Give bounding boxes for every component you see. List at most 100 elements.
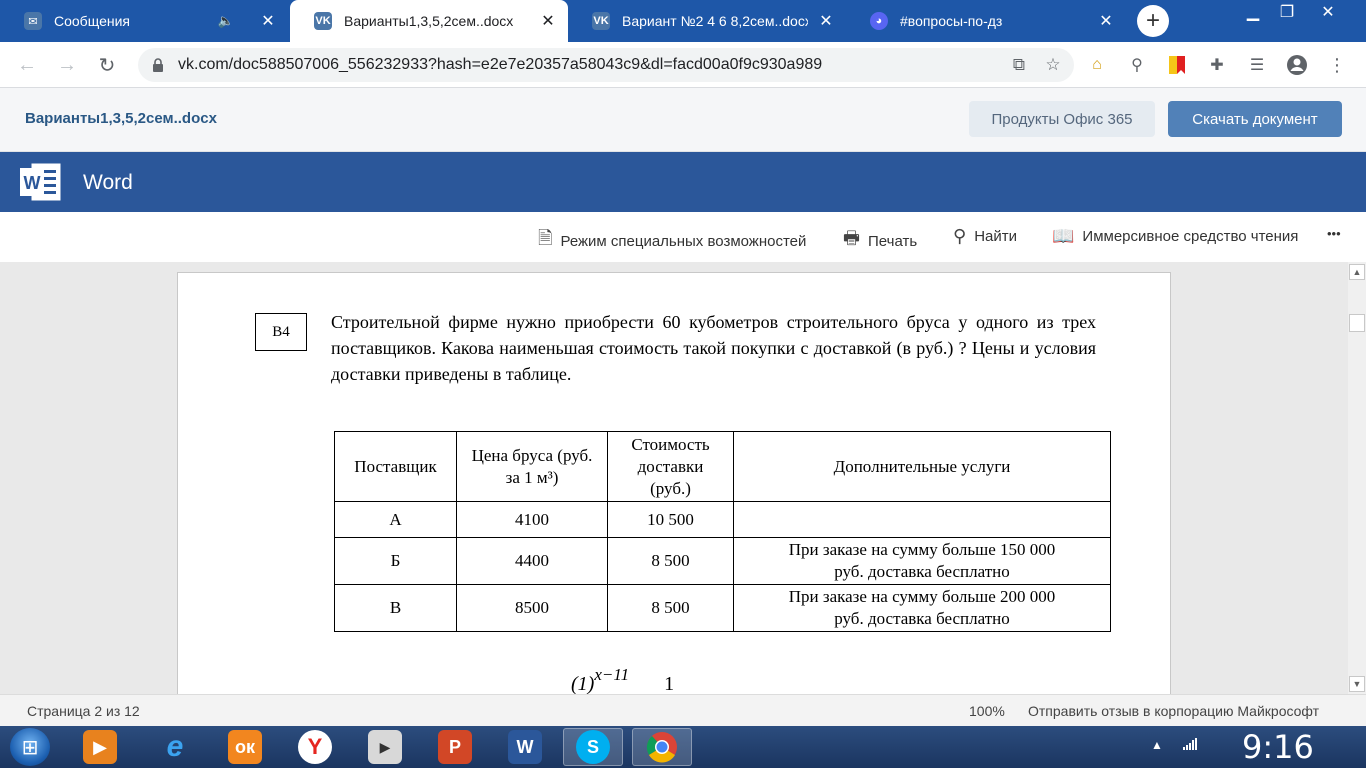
extension-bookmark-icon[interactable] bbox=[1166, 54, 1188, 76]
taskbar-yandex-browser[interactable]: Y bbox=[285, 728, 345, 766]
window-close-icon[interactable]: ✕ bbox=[1306, 0, 1350, 24]
search-icon: ⚲ bbox=[953, 226, 967, 246]
command-label: Иммерсивное средство чтения bbox=[1082, 228, 1299, 245]
taskbar-clock[interactable]: 9:16 bbox=[1242, 728, 1314, 766]
back-arrow-icon[interactable]: ← bbox=[14, 52, 40, 78]
scroll-down-arrow-icon[interactable]: ▼ bbox=[1349, 676, 1365, 692]
word-app-title: Word bbox=[83, 171, 133, 194]
table-header-cell: Дополнительные услуги bbox=[733, 431, 1111, 502]
scrollbar-thumb[interactable] bbox=[1349, 314, 1365, 332]
print-button[interactable]: 🖶 Печать bbox=[843, 226, 917, 256]
table-row: В 8500 8 500 При заказе на сумму больше … bbox=[334, 584, 1111, 632]
close-icon[interactable]: ✕ bbox=[1098, 11, 1114, 31]
extensions-puzzle-icon[interactable]: ✚ bbox=[1206, 54, 1228, 76]
find-button[interactable]: ⚲ Найти bbox=[953, 226, 1017, 247]
tab-variants-1352[interactable]: VK Варианты1,3,5,2сем..docx ✕ bbox=[290, 0, 568, 42]
vertical-scrollbar[interactable]: ▲ ▼ bbox=[1348, 262, 1366, 694]
more-options-button[interactable]: ••• bbox=[1327, 226, 1341, 241]
network-signal-icon[interactable] bbox=[1183, 738, 1197, 753]
lock-icon[interactable] bbox=[152, 58, 164, 72]
profile-avatar-icon[interactable] bbox=[1286, 54, 1308, 76]
table-header-cell: Поставщик bbox=[334, 431, 457, 502]
table-header-cell: Стоимость доставки (руб.) bbox=[607, 431, 734, 502]
table-cell: 8500 bbox=[456, 584, 608, 632]
problem-number-badge: В4 bbox=[255, 313, 307, 351]
table-cell: При заказе на сумму больше 150 000 руб. … bbox=[733, 537, 1111, 585]
browser-tab-strip: ✉ Сообщения 🔈 ✕ VK Варианты1,3,5,2сем..d… bbox=[0, 0, 1366, 42]
tab-label: Сообщения bbox=[54, 13, 130, 29]
table-cell: В bbox=[334, 584, 457, 632]
internet-explorer-icon: e bbox=[166, 730, 184, 763]
tab-label: Варианты1,3,5,2сем..docx bbox=[344, 13, 514, 29]
speaker-icon[interactable]: 🔈 bbox=[218, 13, 234, 29]
address-bar[interactable]: vk.com/doc588507006_556232933?hash=e2e7e… bbox=[138, 48, 1074, 82]
zoom-level[interactable]: 100% bbox=[969, 703, 1005, 719]
new-tab-button[interactable]: + bbox=[1137, 5, 1169, 37]
close-icon[interactable]: ✕ bbox=[260, 11, 276, 31]
chat-icon: ✉ bbox=[24, 12, 42, 30]
taskbar-chrome[interactable] bbox=[632, 728, 692, 766]
formula-tail: 1 bbox=[664, 673, 675, 694]
url-text[interactable]: vk.com/doc588507006_556232933?hash=e2e7e… bbox=[178, 56, 1006, 74]
media-queue-icon[interactable]: ☰ bbox=[1246, 54, 1268, 76]
tab-messages[interactable]: ✉ Сообщения 🔈 ✕ bbox=[0, 0, 288, 42]
translate-icon[interactable]: ⧉ bbox=[1006, 55, 1032, 75]
table-cell: 10 500 bbox=[607, 501, 734, 538]
restore-icon[interactable]: ❐ bbox=[1270, 0, 1304, 24]
document-name: Варианты1,3,5,2сем..docx bbox=[25, 110, 217, 127]
chrome-icon bbox=[645, 730, 679, 764]
problem-text: Строительной фирме нужно приобрести 60 к… bbox=[331, 312, 1096, 384]
video-player-icon: ▶ bbox=[368, 730, 402, 764]
command-label: Печать bbox=[868, 232, 918, 250]
show-hidden-icons-arrow[interactable]: ▲ bbox=[1151, 738, 1163, 752]
download-document-button[interactable]: Скачать документ bbox=[1168, 101, 1342, 137]
extension-home-icon[interactable]: ⌂ bbox=[1086, 54, 1108, 76]
document-page: В4 Строительной фирме нужно приобрести 6… bbox=[177, 272, 1171, 694]
windows-start-icon[interactable]: ⊞ bbox=[10, 728, 50, 766]
accessibility-mode-button[interactable]: 🗎 Режим специальных возможностей bbox=[538, 226, 806, 256]
close-icon[interactable]: ✕ bbox=[818, 11, 834, 31]
forward-arrow-icon[interactable]: → bbox=[54, 52, 80, 78]
table-cell: Б bbox=[334, 537, 457, 585]
close-icon[interactable]: ✕ bbox=[540, 11, 556, 31]
vk-icon: VK bbox=[592, 12, 610, 30]
skype-icon: S bbox=[576, 730, 610, 764]
scroll-up-arrow-icon[interactable]: ▲ bbox=[1349, 264, 1365, 280]
powerpoint-icon: P bbox=[438, 730, 472, 764]
taskbar-skype[interactable]: S bbox=[563, 728, 623, 766]
tab-variant-2468[interactable]: VK Вариант №2 4 6 8,2сем..docx ✕ bbox=[568, 0, 846, 42]
word-icon: W bbox=[508, 730, 542, 764]
word-header: W Word bbox=[0, 152, 1366, 212]
table-row: А 4100 10 500 bbox=[334, 501, 1111, 538]
office-365-button[interactable]: Продукты Офис 365 bbox=[969, 101, 1155, 137]
taskbar-video-player[interactable]: ▶ bbox=[355, 728, 415, 766]
taskbar-internet-explorer[interactable]: e bbox=[145, 728, 205, 766]
taskbar-word[interactable]: W bbox=[495, 728, 555, 766]
word-logo-icon: W bbox=[18, 160, 62, 204]
minimize-icon[interactable]: ▁ bbox=[1236, 0, 1270, 24]
reload-icon[interactable]: ↻ bbox=[94, 52, 120, 78]
chrome-menu-icon[interactable]: ⋮ bbox=[1326, 54, 1348, 76]
tab-label: #вопросы-по-дз bbox=[900, 13, 1003, 29]
tab-label: Вариант №2 4 6 8,2сем..docx bbox=[622, 13, 808, 29]
vk-icon: VK bbox=[314, 12, 332, 30]
immersive-reader-button[interactable]: 📖 Иммерсивное средство чтения bbox=[1052, 226, 1298, 247]
media-player-icon: ▶ bbox=[83, 730, 117, 764]
word-command-bar: 🗎 Режим специальных возможностей 🖶 Печат… bbox=[0, 212, 1366, 262]
table-cell: При заказе на сумму больше 200 000 руб. … bbox=[733, 584, 1111, 632]
bookmark-star-icon[interactable]: ☆ bbox=[1040, 55, 1066, 75]
tab-discord[interactable]: ◕ #вопросы-по-дз ✕ bbox=[846, 0, 1126, 42]
taskbar-powerpoint[interactable]: P bbox=[425, 728, 485, 766]
book-icon: 📖 bbox=[1052, 226, 1075, 246]
taskbar-odnoklassniki[interactable]: ок bbox=[215, 728, 275, 766]
word-status-bar: Страница 2 из 12 100% Отправить отзыв в … bbox=[0, 694, 1366, 726]
document-viewport[interactable]: В4 Строительной фирме нужно приобрести 6… bbox=[0, 262, 1366, 694]
browser-toolbar: ← → ↻ vk.com/doc588507006_556232933?hash… bbox=[0, 42, 1366, 88]
extension-search-icon[interactable]: ⚲ bbox=[1126, 54, 1148, 76]
accessibility-document-icon: 🗎 bbox=[538, 228, 553, 248]
table-header-cell: Цена бруса (руб. за 1 м³) bbox=[456, 431, 608, 502]
taskbar-media-player[interactable]: ▶ bbox=[70, 728, 130, 766]
table-cell: 8 500 bbox=[607, 584, 734, 632]
send-feedback-link[interactable]: Отправить отзыв в корпорацию Майкрософт bbox=[1028, 703, 1319, 719]
supplier-price-table: Поставщик Цена бруса (руб. за 1 м³) Стои… bbox=[334, 431, 1111, 632]
